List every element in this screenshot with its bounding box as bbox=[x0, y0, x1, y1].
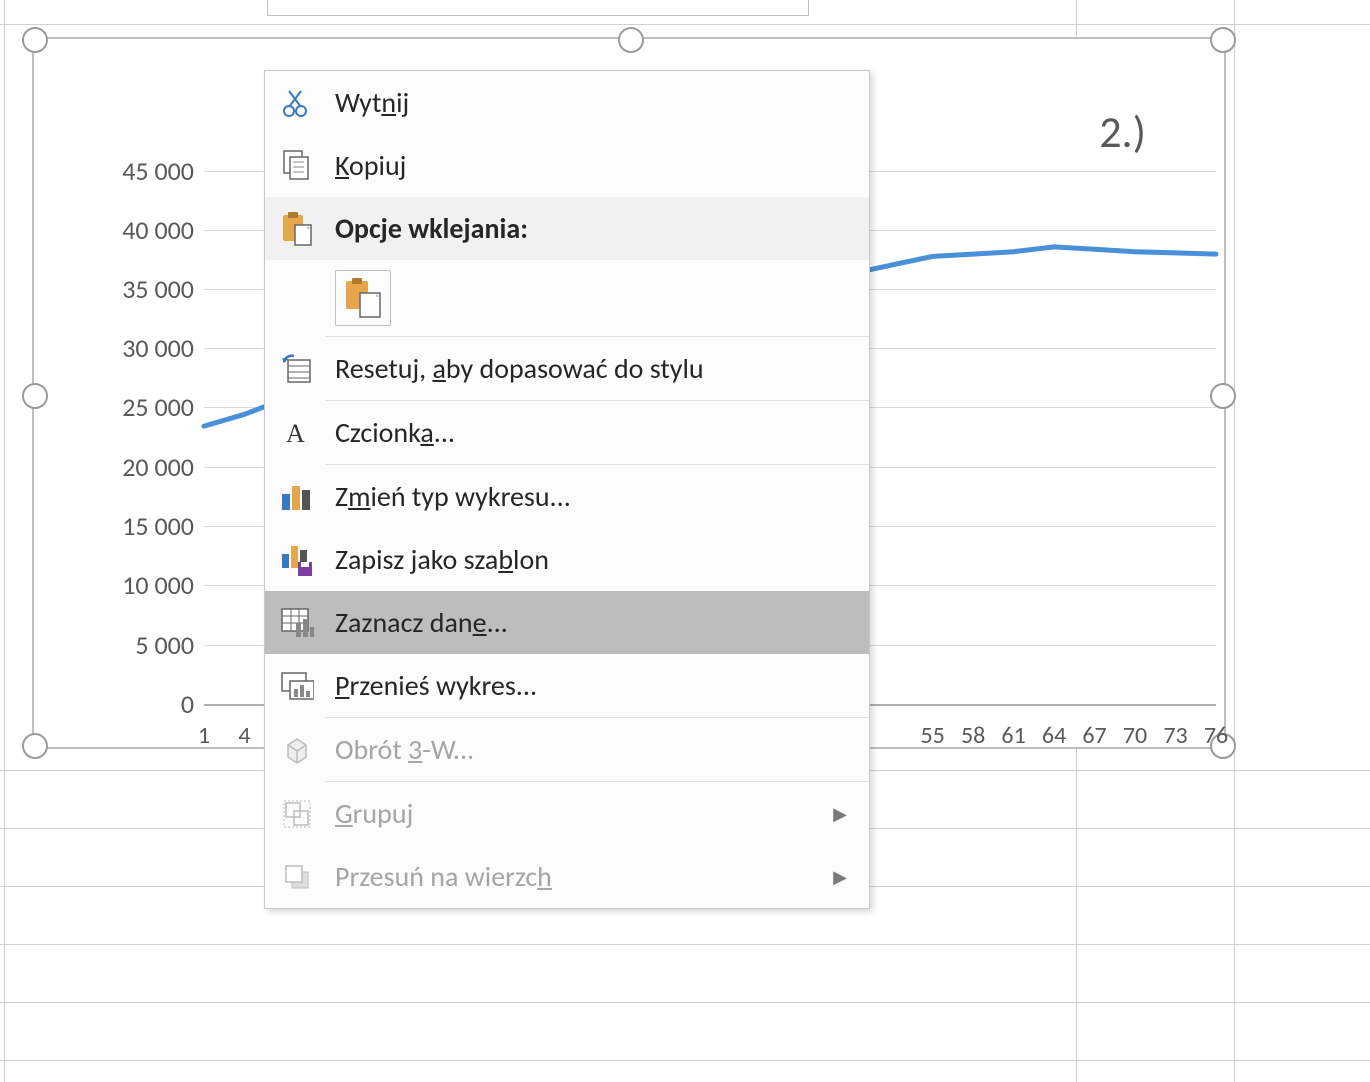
resize-handle-n[interactable] bbox=[618, 27, 644, 53]
y-tick-label: 0 bbox=[88, 688, 194, 720]
y-tick-label: 25 000 bbox=[88, 391, 194, 423]
copy-icon bbox=[277, 146, 317, 186]
x-tick-label: 1 bbox=[198, 721, 210, 750]
resize-handle-nw[interactable] bbox=[22, 27, 48, 53]
menu-label: Kopiuj bbox=[335, 148, 406, 183]
menu-label: Grupuj bbox=[335, 796, 413, 831]
y-tick-label: 20 000 bbox=[88, 451, 194, 483]
menu-label: Opcje wklejania: bbox=[335, 211, 528, 246]
menu-paste-option-row bbox=[265, 260, 869, 336]
chart-context-menu: Wytnij Kopiuj Opcje wklejania: Resetuj, bbox=[264, 70, 870, 909]
menu-label: Zaznacz dane... bbox=[335, 605, 508, 640]
y-tick-label: 30 000 bbox=[88, 332, 194, 364]
menu-label: Resetuj, aby dopasować do stylu bbox=[335, 351, 704, 386]
bring-front-icon bbox=[277, 857, 317, 897]
menu-label: Wytnij bbox=[335, 85, 409, 120]
chart-title-fragment[interactable]: 2.) bbox=[1099, 105, 1146, 159]
y-tick-label: 5 000 bbox=[88, 629, 194, 661]
y-tick-label: 35 000 bbox=[88, 273, 194, 305]
x-tick-label: 55 bbox=[920, 721, 944, 750]
paste-option-default[interactable] bbox=[335, 270, 391, 326]
save-template-icon bbox=[277, 540, 317, 580]
menu-copy[interactable]: Kopiuj bbox=[265, 134, 869, 197]
resize-handle-w[interactable] bbox=[22, 383, 48, 409]
x-tick-label: 73 bbox=[1163, 721, 1187, 750]
resize-handle-sw[interactable] bbox=[22, 733, 48, 759]
x-tick-label: 4 bbox=[238, 721, 250, 750]
group-icon bbox=[277, 794, 317, 834]
menu-label: Czcionka... bbox=[335, 415, 455, 450]
menu-paste-options-header: Opcje wklejania: bbox=[265, 197, 869, 260]
cube-icon bbox=[277, 730, 317, 770]
y-tick-label: 15 000 bbox=[88, 510, 194, 542]
menu-select-data[interactable]: Zaznacz dane... bbox=[265, 591, 869, 654]
menu-reset-style[interactable]: Resetuj, aby dopasować do stylu bbox=[265, 337, 869, 400]
submenu-arrow-icon: ▶ bbox=[833, 866, 847, 888]
font-icon: A bbox=[277, 413, 317, 453]
menu-bring-front: Przesuń na wierzch ▶ bbox=[265, 845, 869, 908]
menu-move-chart[interactable]: Przenieś wykres... bbox=[265, 654, 869, 717]
svg-text:A: A bbox=[286, 419, 305, 448]
x-tick-label: 76 bbox=[1204, 721, 1228, 750]
menu-group: Grupuj ▶ bbox=[265, 782, 869, 845]
menu-label: Obrót 3-W... bbox=[335, 732, 474, 767]
menu-font[interactable]: A Czcionka... bbox=[265, 401, 869, 464]
menu-change-chart-type[interactable]: Zmień typ wykresu... bbox=[265, 465, 869, 528]
menu-label: Zmień typ wykresu... bbox=[335, 479, 571, 514]
floating-object-placeholder[interactable] bbox=[267, 0, 809, 16]
x-tick-label: 64 bbox=[1042, 721, 1066, 750]
menu-label: Przesuń na wierzch bbox=[335, 859, 552, 894]
x-tick-label: 58 bbox=[961, 721, 985, 750]
menu-label: Przenieś wykres... bbox=[335, 668, 537, 703]
cut-icon bbox=[277, 83, 317, 123]
menu-label: Zapisz jako szablon bbox=[335, 542, 549, 577]
x-tick-label: 70 bbox=[1123, 721, 1147, 750]
excel-chart-area-with-context-menu: 2.) 45 000 40 000 35 000 30 000 25 000 2… bbox=[0, 0, 1370, 1082]
chart-type-icon bbox=[277, 477, 317, 517]
y-tick-label: 45 000 bbox=[88, 155, 194, 187]
paste-icon bbox=[277, 209, 317, 249]
resize-handle-ne[interactable] bbox=[1210, 27, 1236, 53]
y-tick-label: 10 000 bbox=[88, 569, 194, 601]
x-tick-label: 61 bbox=[1001, 721, 1025, 750]
move-chart-icon bbox=[277, 666, 317, 706]
menu-rotate-3d: Obrót 3-W... bbox=[265, 718, 869, 781]
x-tick-label: 67 bbox=[1082, 721, 1106, 750]
menu-save-template[interactable]: Zapisz jako szablon bbox=[265, 528, 869, 591]
menu-cut[interactable]: Wytnij bbox=[265, 71, 869, 134]
select-data-icon bbox=[277, 603, 317, 643]
submenu-arrow-icon: ▶ bbox=[833, 803, 847, 825]
reset-icon bbox=[277, 349, 317, 389]
y-tick-label: 40 000 bbox=[88, 214, 194, 246]
